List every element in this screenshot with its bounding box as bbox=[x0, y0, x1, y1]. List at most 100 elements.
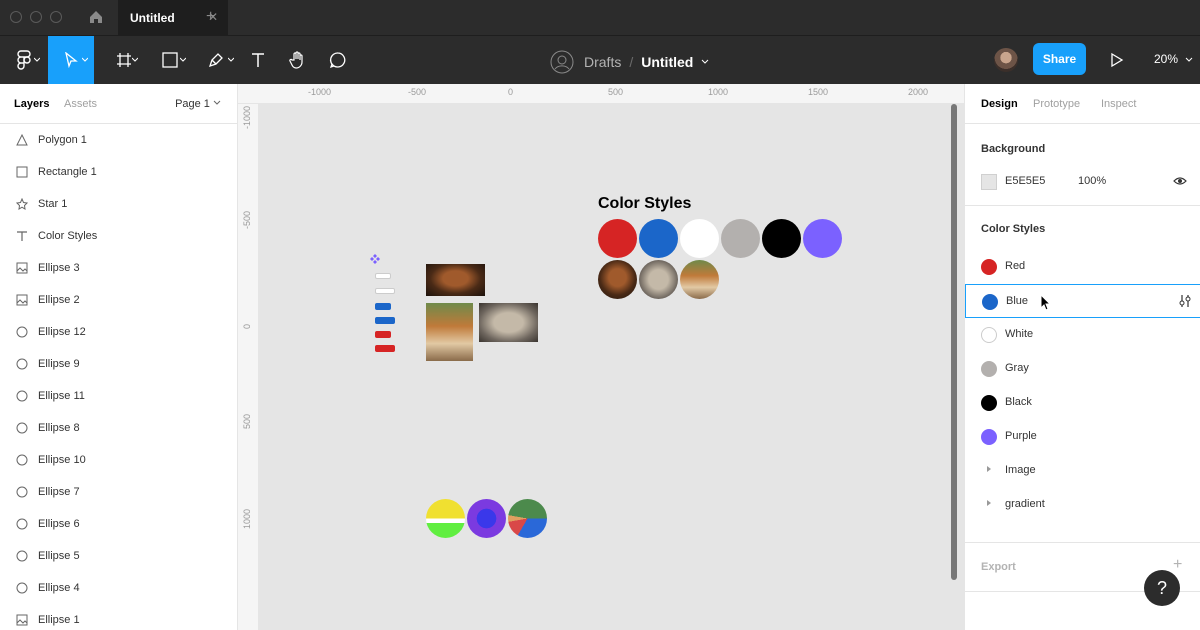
cat-image-swatch[interactable] bbox=[639, 260, 678, 299]
layer-item[interactable]: Polygon 1 bbox=[0, 124, 237, 156]
layer-item[interactable]: Ellipse 3 bbox=[0, 252, 237, 284]
layer-item[interactable]: Ellipse 4 bbox=[0, 572, 237, 604]
tab-prototype[interactable]: Prototype bbox=[1033, 98, 1080, 110]
pen-icon bbox=[208, 53, 223, 68]
layer-item[interactable]: Ellipse 1 bbox=[0, 604, 237, 630]
present-play-icon[interactable] bbox=[1110, 52, 1124, 68]
layer-item[interactable]: Ellipse 11 bbox=[0, 380, 237, 412]
color-swatch-purple[interactable] bbox=[803, 219, 842, 258]
color-swatch-gray[interactable] bbox=[721, 219, 760, 258]
cat-image[interactable] bbox=[479, 303, 538, 342]
add-export-button[interactable]: + bbox=[1173, 556, 1182, 574]
tab-design[interactable]: Design bbox=[981, 98, 1018, 110]
layer-item[interactable]: Ellipse 9 bbox=[0, 348, 237, 380]
file-tab-title: Untitled bbox=[130, 11, 175, 25]
adjust-style-icon[interactable] bbox=[1178, 294, 1192, 308]
page-selector[interactable]: Page 1 bbox=[175, 98, 221, 110]
chevron-down-icon[interactable] bbox=[1185, 56, 1193, 64]
lion-image-swatch[interactable] bbox=[598, 260, 637, 299]
layer-item[interactable]: Color Styles bbox=[0, 220, 237, 252]
layer-item[interactable]: Rectangle 1 bbox=[0, 156, 237, 188]
eye-icon[interactable] bbox=[1173, 174, 1187, 188]
comment-tool-button[interactable] bbox=[324, 36, 352, 84]
color-style-gray[interactable]: Gray bbox=[965, 352, 1200, 386]
color-style-purple[interactable]: Purple bbox=[965, 420, 1200, 454]
maximize-window-button[interactable] bbox=[50, 11, 62, 23]
style-swatch bbox=[981, 259, 997, 275]
help-button[interactable]: ? bbox=[1144, 570, 1180, 606]
mouse-cursor-icon bbox=[1040, 294, 1052, 311]
color-style-blue[interactable]: Blue bbox=[965, 284, 1200, 318]
team-avatar-icon[interactable] bbox=[550, 50, 574, 74]
chevron-down-icon[interactable] bbox=[701, 58, 709, 66]
color-style-black[interactable]: Black bbox=[965, 386, 1200, 420]
tiger-image-swatch[interactable] bbox=[680, 260, 719, 299]
layer-item[interactable]: Star 1 bbox=[0, 188, 237, 220]
button-sample-white-icon[interactable] bbox=[375, 288, 395, 294]
button-sample-white[interactable] bbox=[375, 273, 391, 279]
style-folder[interactable]: Image bbox=[965, 454, 1200, 488]
home-icon[interactable] bbox=[88, 9, 104, 25]
color-style-white[interactable]: White bbox=[965, 318, 1200, 352]
layer-label: Rectangle 1 bbox=[38, 166, 97, 178]
tab-inspect[interactable]: Inspect bbox=[1101, 98, 1136, 110]
component-icon[interactable] bbox=[370, 254, 380, 264]
style-folder[interactable]: gradient bbox=[965, 488, 1200, 522]
ruler-tick-label: 500 bbox=[608, 87, 624, 97]
background-opacity-input[interactable]: 100% bbox=[1078, 175, 1106, 187]
canvas[interactable]: Color Styles bbox=[259, 104, 964, 630]
move-tool-button[interactable] bbox=[48, 36, 94, 84]
layer-item[interactable]: Ellipse 2 bbox=[0, 284, 237, 316]
lion-image[interactable] bbox=[426, 264, 485, 296]
color-swatch-white[interactable] bbox=[680, 219, 719, 258]
color-swatch-red[interactable] bbox=[598, 219, 637, 258]
canvas-scrollbar[interactable] bbox=[951, 104, 957, 580]
ellipse-icon bbox=[16, 358, 28, 370]
pen-tool-button[interactable] bbox=[196, 36, 236, 84]
ellipse-icon bbox=[16, 486, 28, 498]
color-style-red[interactable]: Red bbox=[965, 250, 1200, 284]
title-bar: Untitled ✕ + bbox=[0, 0, 1200, 36]
button-sample-red[interactable] bbox=[375, 331, 391, 338]
close-window-button[interactable] bbox=[10, 11, 22, 23]
breadcrumb-drafts[interactable]: Drafts bbox=[584, 54, 621, 70]
main-menu-button[interactable] bbox=[6, 36, 42, 84]
frame-tool-button[interactable] bbox=[104, 36, 144, 84]
linear-gradient-swatch[interactable] bbox=[426, 499, 465, 538]
ruler-tick-label: 500 bbox=[242, 413, 252, 429]
hand-tool-button[interactable] bbox=[284, 36, 312, 84]
color-swatch-black[interactable] bbox=[762, 219, 801, 258]
new-tab-button[interactable]: + bbox=[206, 8, 215, 26]
shape-tool-button[interactable] bbox=[150, 36, 190, 84]
button-sample-blue-icon[interactable] bbox=[375, 317, 395, 324]
layer-item[interactable]: Ellipse 10 bbox=[0, 444, 237, 476]
cursor-icon bbox=[65, 52, 78, 68]
user-avatar[interactable] bbox=[994, 48, 1018, 72]
minimize-window-button[interactable] bbox=[30, 11, 42, 23]
layer-item[interactable]: Ellipse 12 bbox=[0, 316, 237, 348]
zoom-level[interactable]: 20% bbox=[1154, 52, 1178, 66]
tab-layers[interactable]: Layers bbox=[14, 98, 49, 110]
tiger-image[interactable] bbox=[426, 303, 473, 361]
design-panel-tabs: Design Prototype Inspect bbox=[965, 84, 1200, 124]
section-divider bbox=[965, 205, 1200, 206]
button-sample-red-icon[interactable] bbox=[375, 345, 395, 352]
file-title[interactable]: Untitled bbox=[641, 54, 693, 70]
share-button[interactable]: Share bbox=[1033, 43, 1086, 75]
radial-gradient-swatch[interactable] bbox=[467, 499, 506, 538]
text-tool-button[interactable] bbox=[244, 36, 272, 84]
layer-item[interactable]: Ellipse 7 bbox=[0, 476, 237, 508]
folder-label: Image bbox=[1005, 464, 1036, 476]
ruler-tick-label: 2000 bbox=[908, 87, 929, 97]
tab-assets[interactable]: Assets bbox=[64, 98, 97, 110]
layer-item[interactable]: Ellipse 8 bbox=[0, 412, 237, 444]
color-styles-heading[interactable]: Color Styles bbox=[598, 195, 691, 213]
button-sample-blue[interactable] bbox=[375, 303, 391, 310]
angular-gradient-swatch[interactable] bbox=[508, 499, 547, 538]
background-hex-input[interactable]: E5E5E5 bbox=[1005, 175, 1045, 187]
color-swatch-blue[interactable] bbox=[639, 219, 678, 258]
layer-item[interactable]: Ellipse 6 bbox=[0, 508, 237, 540]
layer-item[interactable]: Ellipse 5 bbox=[0, 540, 237, 572]
background-color-swatch[interactable] bbox=[981, 174, 997, 190]
breadcrumb-separator: / bbox=[629, 54, 634, 70]
